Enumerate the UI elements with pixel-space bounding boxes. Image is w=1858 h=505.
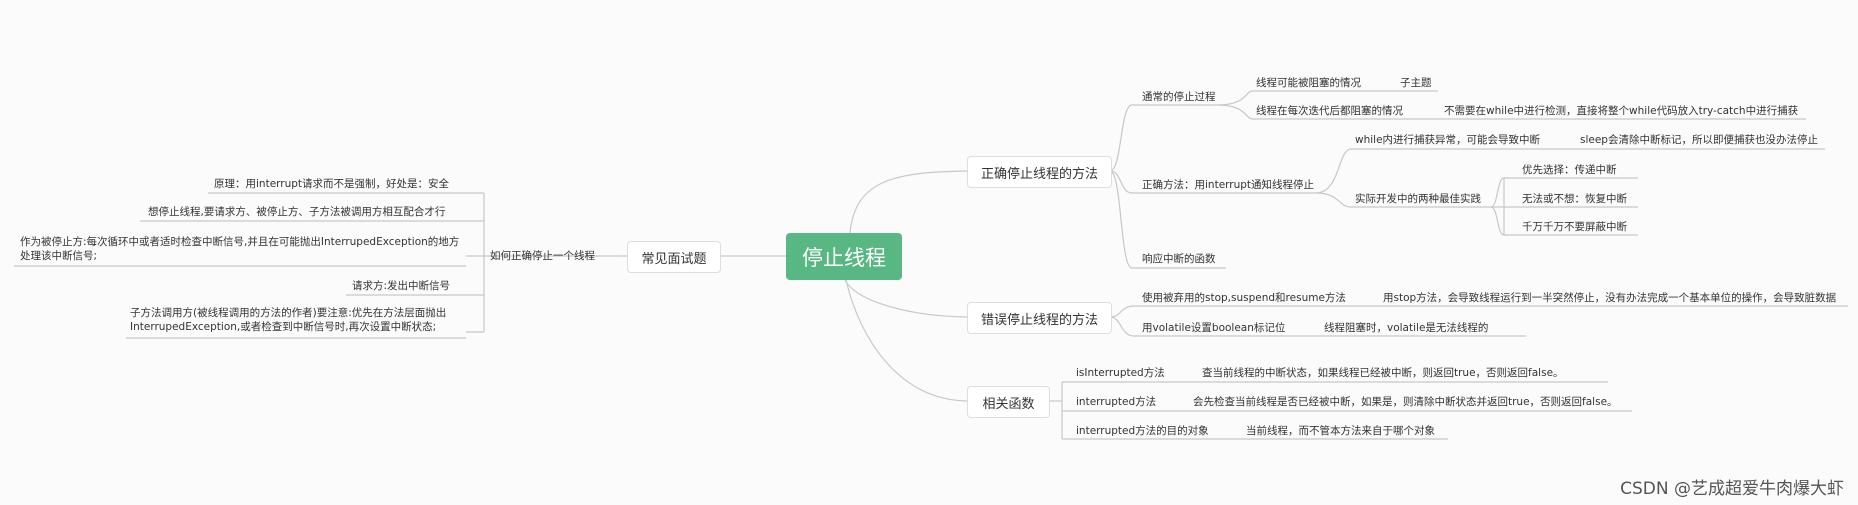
watermark: CSDN @艺成超爱牛肉爆大虾 bbox=[1620, 479, 1844, 499]
isinterrupted-method[interactable]: isInterrupted方法 bbox=[1076, 366, 1165, 380]
right-way-interrupt[interactable]: 正确方法：用interrupt通知线程停止 bbox=[1142, 178, 1314, 192]
while-catch-exception[interactable]: while内进行捕获异常，可能会导致中断 bbox=[1355, 133, 1540, 147]
best-practice-item[interactable]: 无法或不想：恢复中断 bbox=[1522, 192, 1627, 206]
topic-related-functions[interactable]: 相关函数 bbox=[967, 386, 1050, 418]
interrupted-target[interactable]: interrupted方法的目的对象 bbox=[1076, 424, 1209, 438]
sleep-clears-flag-note[interactable]: sleep会清除中断标记，所以即便捕获也没办法停止 bbox=[1580, 133, 1818, 147]
interrupt-responsive-functions[interactable]: 响应中断的函数 bbox=[1142, 252, 1216, 266]
interview-answer[interactable]: 想停止线程,要请求方、被停止方、子方法被调用方相互配合才行 bbox=[148, 205, 445, 219]
volatile-flag[interactable]: 用volatile设置boolean标记位 bbox=[1142, 321, 1285, 335]
thread-blocked-case[interactable]: 线程可能被阻塞的情况 bbox=[1256, 76, 1361, 90]
interview-answer[interactable]: 原理：用interrupt请求而不是强制，好处是：安全 bbox=[214, 177, 449, 191]
usual-stop-process[interactable]: 通常的停止过程 bbox=[1142, 90, 1216, 104]
interview-question[interactable]: 如何正确停止一个线程 bbox=[490, 249, 595, 263]
best-practice-item[interactable]: 优先选择：传递中断 bbox=[1522, 163, 1617, 177]
best-practice-item[interactable]: 千万千万不要屏蔽中断 bbox=[1522, 220, 1627, 234]
topic-wrong-stop[interactable]: 错误停止线程的方法 bbox=[967, 302, 1112, 334]
interrupted-desc[interactable]: 会先检查当前线程是否已经被中断，如果是，则清除中断状态并返回true，否则返回f… bbox=[1193, 395, 1618, 409]
stop-dirty-data-note[interactable]: 用stop方法，会导致线程运行到一半突然停止，没有办法完成一个基本单位的操作，会… bbox=[1383, 291, 1836, 305]
subtopic-placeholder[interactable]: 子主题 bbox=[1400, 76, 1432, 90]
isinterrupted-desc[interactable]: 查当前线程的中断状态，如果线程已经被中断，则返回true，否则返回false。 bbox=[1202, 366, 1564, 380]
deprecated-stop-methods[interactable]: 使用被弃用的stop,suspend和resume方法 bbox=[1142, 291, 1346, 305]
volatile-note[interactable]: 线程阻塞时，volatile是无法线程的 bbox=[1324, 321, 1488, 335]
interview-answer[interactable]: 子方法调用方(被线程调用的方法的作者)要注意:优先在方法层面抛出Interrup… bbox=[130, 306, 460, 334]
interview-answer[interactable]: 作为被停止方:每次循环中或者适时检查中断信号,并且在可能抛出Interruped… bbox=[20, 235, 465, 263]
interrupted-target-desc[interactable]: 当前线程，而不管本方法来自于哪个对象 bbox=[1246, 424, 1435, 438]
try-catch-note[interactable]: 不需要在while中进行检测，直接将整个while代码放入try-catch中进… bbox=[1444, 104, 1798, 118]
interrupted-method[interactable]: interrupted方法 bbox=[1076, 395, 1156, 409]
central-topic[interactable]: 停止线程 bbox=[786, 233, 902, 280]
topic-interview[interactable]: 常见面试题 bbox=[627, 241, 721, 273]
interview-answer[interactable]: 请求方:发出中断信号 bbox=[352, 279, 450, 293]
blocked-each-iteration[interactable]: 线程在每次迭代后都阻塞的情况 bbox=[1256, 104, 1403, 118]
best-practices[interactable]: 实际开发中的两种最佳实践 bbox=[1355, 192, 1481, 206]
topic-correct-stop[interactable]: 正确停止线程的方法 bbox=[967, 156, 1112, 188]
